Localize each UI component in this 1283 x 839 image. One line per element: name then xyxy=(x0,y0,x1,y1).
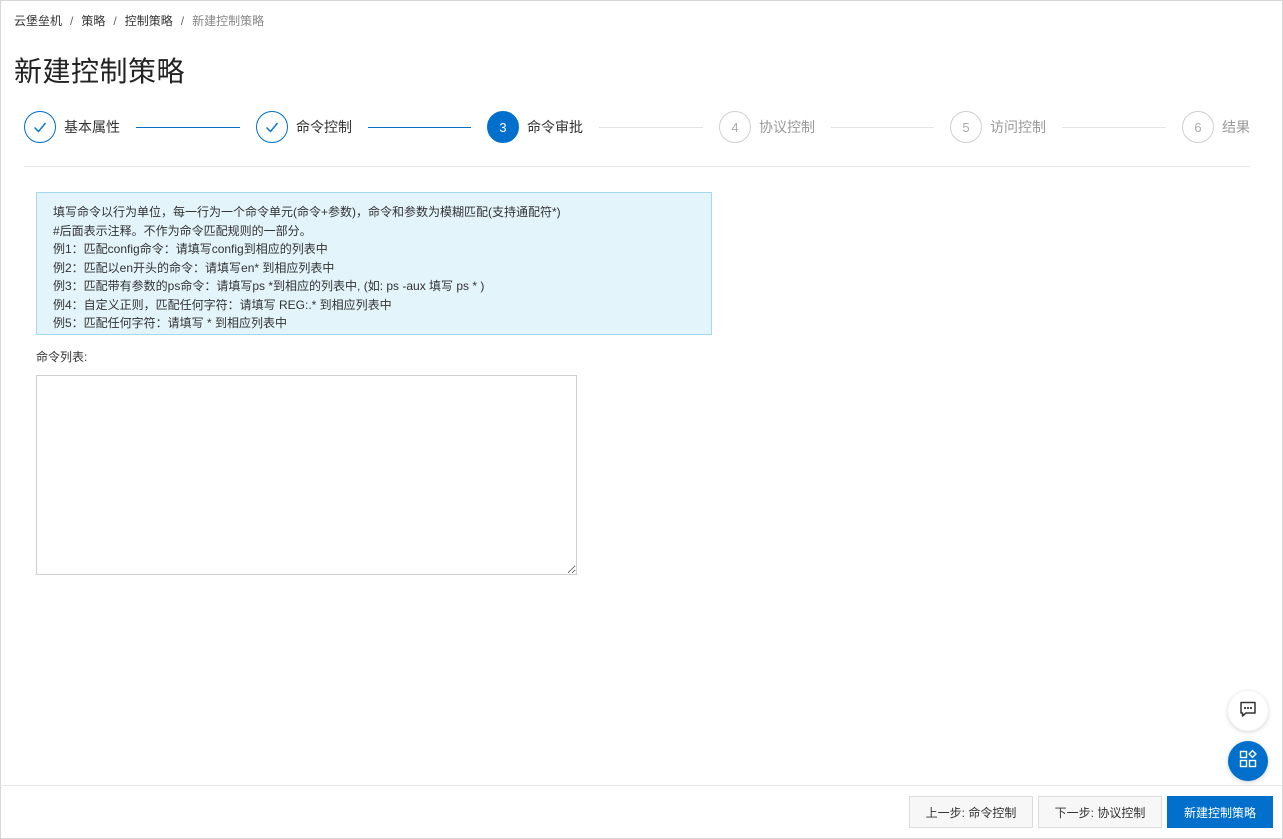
notice-line: 例4：自定义正则，匹配任何字符：请填写 REG:.* 到相应列表中 xyxy=(53,297,392,312)
step-command-control: 命令控制 xyxy=(256,111,352,143)
step-label: 命令控制 xyxy=(296,119,352,135)
breadcrumb-item-policy[interactable]: 策略 xyxy=(81,12,105,29)
step-basic-properties: 基本属性 xyxy=(24,111,120,143)
step-label: 访问控制 xyxy=(990,119,1046,135)
step-connector xyxy=(1062,127,1166,128)
step-protocol-control: 4 协议控制 xyxy=(719,111,815,143)
step-label: 协议控制 xyxy=(759,119,815,135)
step-number: 5 xyxy=(950,111,982,143)
steps-divider xyxy=(24,166,1250,167)
prev-step-button[interactable]: 上一步: 命令控制 xyxy=(909,796,1033,828)
check-icon xyxy=(24,111,56,143)
notice-line: 例5：匹配任何字符：请填写 * 到相应列表中 xyxy=(53,316,288,330)
breadcrumb: 云堡垒机 / 策略 / 控制策略 / 新建控制策略 xyxy=(14,12,264,29)
breadcrumb-item-control-policy[interactable]: 控制策略 xyxy=(125,12,173,29)
notice-line: 例3：匹配带有参数的ps命令：请填写ps *到相应的列表中, (如: ps -a… xyxy=(53,279,485,293)
breadcrumb-item-bastion[interactable]: 云堡垒机 xyxy=(14,12,62,29)
step-connector xyxy=(136,127,240,128)
chat-button[interactable] xyxy=(1228,691,1268,731)
notice-line: 例2：匹配以en开头的命令：请填写en* 到相应列表中 xyxy=(53,260,335,275)
step-label: 结果 xyxy=(1222,119,1250,135)
step-number: 3 xyxy=(487,111,519,143)
apps-button[interactable] xyxy=(1228,741,1268,781)
step-number: 6 xyxy=(1182,111,1214,143)
step-label: 命令审批 xyxy=(527,119,583,135)
step-connector xyxy=(599,127,703,128)
breadcrumb-separator: / xyxy=(113,13,117,28)
step-result: 6 结果 xyxy=(1182,111,1250,143)
breadcrumb-current: 新建控制策略 xyxy=(192,14,265,28)
chat-icon xyxy=(1238,699,1258,724)
next-step-button[interactable]: 下一步: 协议控制 xyxy=(1038,796,1162,828)
info-notice: 填写命令以行为单位，每一行为一个命令单元(命令+参数)，命令和参数为模糊匹配(支… xyxy=(36,192,712,335)
footer-divider xyxy=(0,785,1283,786)
breadcrumb-separator: / xyxy=(70,13,74,28)
breadcrumb-separator: / xyxy=(180,13,185,28)
step-access-control: 5 访问控制 xyxy=(950,111,1046,143)
steps-progress: 基本属性 命令控制 3 命令审批 4 协议控制 5 访问控制 6 结果 xyxy=(24,111,1250,143)
step-connector xyxy=(368,127,471,128)
command-list-label: 命令列表: xyxy=(36,350,88,364)
page-title: 新建控制策略 xyxy=(14,56,186,87)
step-command-approval: 3 命令审批 xyxy=(487,111,583,143)
notice-line: #后面表示注释。不作为命令匹配规则的一部分。 xyxy=(53,223,312,238)
check-icon xyxy=(256,111,288,143)
step-connector xyxy=(831,127,934,128)
notice-line: 填写命令以行为单位，每一行为一个命令单元(命令+参数)，命令和参数为模糊匹配(支… xyxy=(53,205,561,219)
step-label: 基本属性 xyxy=(64,119,120,135)
notice-line: 例1：匹配config命令：请填写config到相应的列表中 xyxy=(53,242,328,256)
command-list-textarea[interactable] xyxy=(36,375,577,575)
step-number: 4 xyxy=(719,111,751,143)
apps-icon xyxy=(1238,749,1258,774)
create-policy-button[interactable]: 新建控制策略 xyxy=(1167,796,1273,828)
